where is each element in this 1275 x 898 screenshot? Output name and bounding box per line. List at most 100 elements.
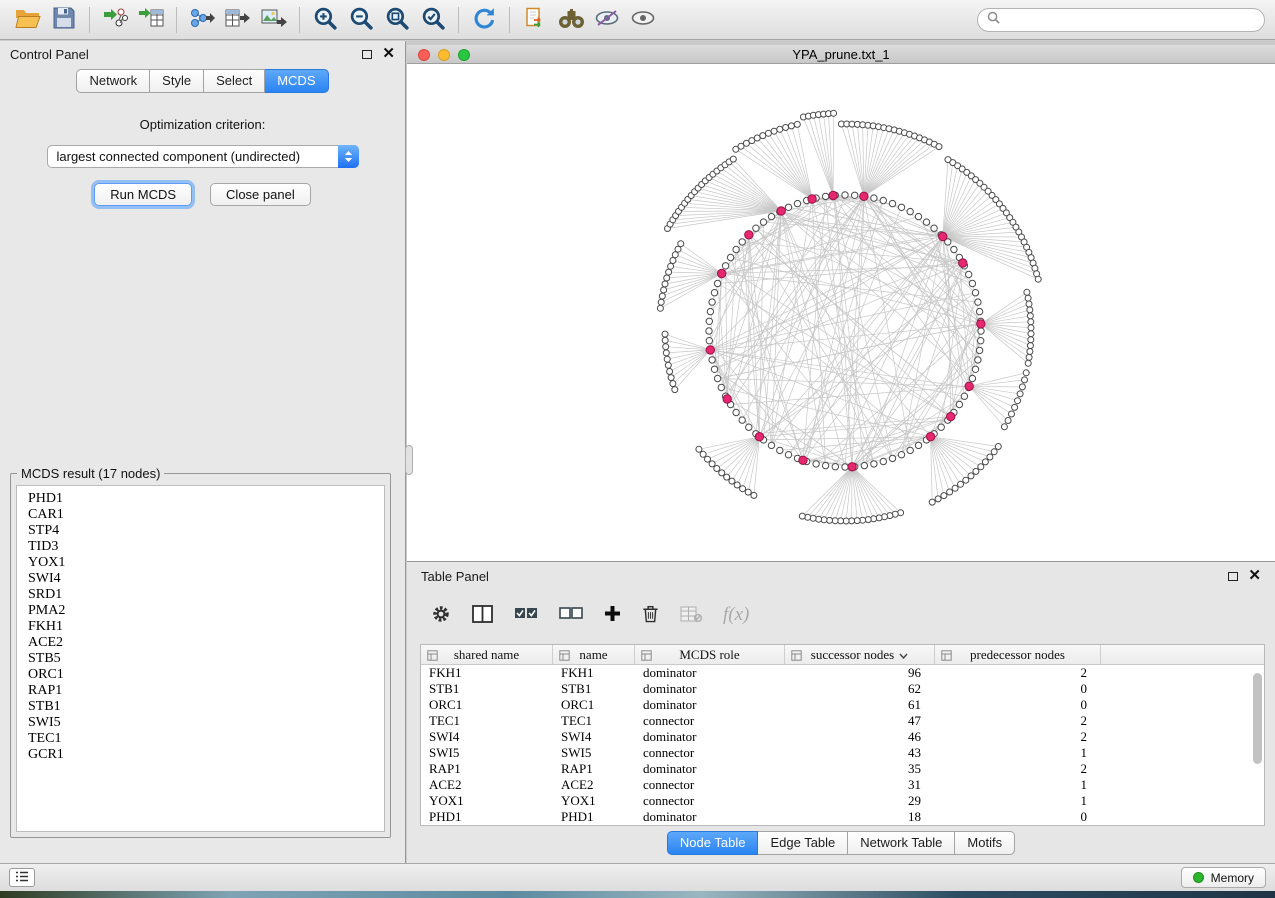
zoom-selected-button[interactable] [415,4,451,36]
column-header-predecessor-nodes[interactable]: predecessor nodes [935,645,1101,664]
show-hide-button[interactable] [625,4,661,36]
dropdown-stepper-icon [338,145,359,168]
table-settings-button[interactable] [431,604,451,627]
import-table-button[interactable] [133,4,169,36]
close-panel-icon[interactable]: ✕ [382,49,395,59]
float-panel-icon[interactable] [362,50,372,59]
float-table-panel-icon[interactable] [1228,572,1238,581]
show-column-panel-button[interactable] [472,605,493,626]
export-image-icon [261,7,287,32]
tab-mcds[interactable]: MCDS [265,69,328,93]
column-header-successor-nodes[interactable]: successor nodes [785,645,935,664]
cell-shared-name: ACE2 [421,777,553,793]
column-header-name[interactable]: name [553,645,635,664]
node-table-row[interactable]: ACE2ACE2connector311 [421,777,1264,793]
export-image-button[interactable] [256,4,292,36]
mcds-result-item[interactable]: PMA2 [28,603,384,619]
find-button[interactable] [553,4,589,36]
unselect-all-columns-button[interactable] [559,607,583,623]
memory-button[interactable]: Memory [1181,867,1266,888]
run-mcds-button[interactable]: Run MCDS [94,183,192,206]
node-table-row[interactable]: SWI4SWI4dominator462 [421,729,1264,745]
plus-icon [604,605,621,625]
node-table-row[interactable]: SWI5SWI5connector431 [421,745,1264,761]
column-header-shared-name[interactable]: shared name [421,645,553,664]
table-scrollbar[interactable] [1253,669,1262,821]
clone-network-button[interactable] [517,4,553,36]
graphics-detail-button[interactable] [589,4,625,36]
import-network-button[interactable] [97,4,133,36]
tab-style[interactable]: Style [150,69,204,93]
mcds-result-item[interactable]: STP4 [28,523,384,539]
delete-column-button[interactable] [642,604,659,626]
mcds-result-item[interactable]: STB5 [28,651,384,667]
network-graph[interactable] [407,64,1275,561]
list-icon [15,869,29,887]
network-canvas[interactable] [407,64,1275,561]
zoom-out-button[interactable] [343,4,379,36]
mcds-result-item[interactable]: YOX1 [28,555,384,571]
mcds-result-item[interactable]: RAP1 [28,683,384,699]
mcds-result-item[interactable]: SWI5 [28,715,384,731]
column-options-icon [791,649,802,665]
refresh-button[interactable] [466,4,502,36]
node-table-row[interactable]: STB1STB1dominator620 [421,681,1264,697]
column-label: shared name [454,647,519,663]
cell-name: ACE2 [553,777,635,793]
mcds-result-item[interactable]: CAR1 [28,507,384,523]
zoom-fit-button[interactable] [379,4,415,36]
minimize-window-button[interactable] [438,49,450,61]
mcds-result-item[interactable]: GCR1 [28,747,384,763]
show-panels-button[interactable] [9,868,35,887]
search-input[interactable] [1006,13,1255,27]
mcds-result-item[interactable]: ORC1 [28,667,384,683]
toolbar-separator [89,7,90,33]
function-builder-button[interactable]: f(x) [723,604,749,626]
mcds-result-item[interactable]: ACE2 [28,635,384,651]
mcds-result-item[interactable]: SWI4 [28,571,384,587]
tab-edge-table[interactable]: Edge Table [758,831,848,855]
mcds-panel-body: Optimization criterion: largest connecte… [0,93,405,206]
tab-network-table[interactable]: Network Table [848,831,955,855]
create-column-button[interactable] [604,605,621,625]
unchecked-boxes-icon [559,607,583,623]
export-network-button[interactable] [184,4,220,36]
export-table-button[interactable] [220,4,256,36]
pane-divider-grip[interactable] [405,445,413,475]
maximize-window-button[interactable] [458,49,470,61]
open-session-button[interactable] [10,4,46,36]
mcds-result-item[interactable]: TID3 [28,539,384,555]
close-panel-button[interactable]: Close panel [210,183,311,206]
select-all-columns-button[interactable] [514,607,538,623]
node-table-row[interactable]: RAP1RAP1dominator352 [421,761,1264,777]
node-table-row[interactable]: PHD1PHD1dominator180 [421,809,1264,825]
node-table-row[interactable]: YOX1YOX1connector291 [421,793,1264,809]
tab-network[interactable]: Network [76,69,150,93]
mcds-result-item[interactable]: FKH1 [28,619,384,635]
zoom-selected-icon [421,6,446,34]
tab-motifs[interactable]: Motifs [955,831,1015,855]
save-session-button[interactable] [46,4,82,36]
tab-select[interactable]: Select [204,69,265,93]
tab-node-table[interactable]: Node Table [667,831,759,855]
close-table-panel-icon[interactable]: ✕ [1248,571,1261,581]
eye-icon [630,9,656,30]
toolbar-separator [458,7,459,33]
delete-table-button-disabled[interactable] [680,606,702,625]
mcds-result-item[interactable]: SRD1 [28,587,384,603]
mcds-result-list-box: PHD1CAR1STP4TID3YOX1SWI4SRD1PMA2FKH1ACE2… [16,485,385,832]
node-table-row[interactable]: ORC1ORC1dominator610 [421,697,1264,713]
mcds-result-item[interactable]: STB1 [28,699,384,715]
zoom-in-button[interactable] [307,4,343,36]
search-field[interactable] [977,8,1265,32]
column-header-filler [1101,645,1264,664]
close-window-button[interactable] [418,49,430,61]
mcds-result-item[interactable]: TEC1 [28,731,384,747]
mcds-result-item[interactable]: PHD1 [28,491,384,507]
criterion-dropdown[interactable]: largest connected component (undirected) [47,145,359,168]
scrollbar-thumb[interactable] [1253,673,1262,764]
cell-predecessor-nodes: 2 [935,761,1101,777]
node-table-row[interactable]: TEC1TEC1connector472 [421,713,1264,729]
column-header-mcds-role[interactable]: MCDS role [635,645,785,664]
node-table-row[interactable]: FKH1FKH1dominator962 [421,665,1264,681]
